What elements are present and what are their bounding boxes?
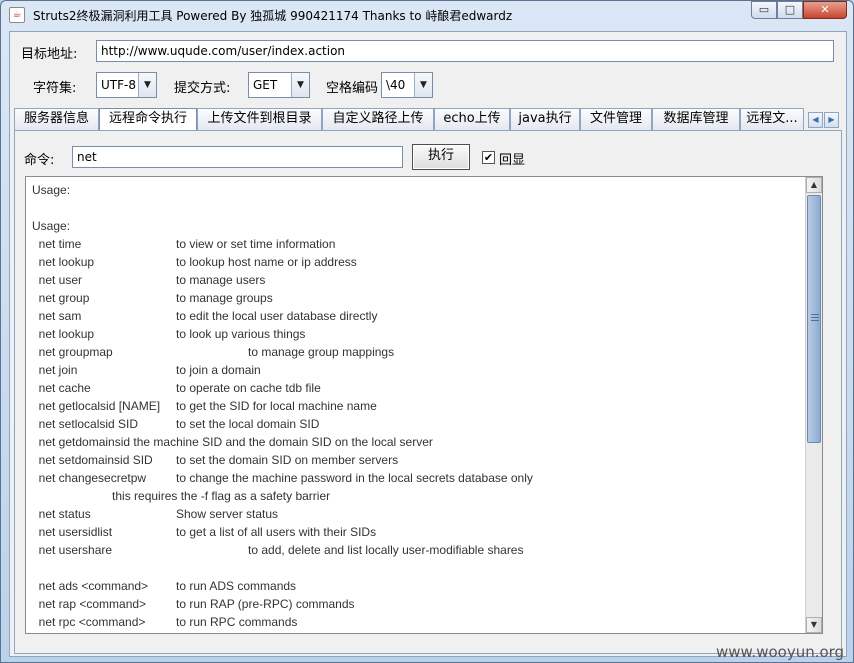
chevron-down-icon[interactable]: ▼ [138, 73, 156, 97]
target-url-label: 目标地址: [21, 47, 78, 62]
output-command-text: net getlocalsid [NAME] [32, 399, 161, 413]
output-description-text: to manage users [176, 273, 266, 287]
charset-label: 字符集: [33, 81, 77, 96]
output-description-text: to join a domain [176, 363, 261, 377]
client-area: 目标地址: http://www.uqude.com/user/index.ac… [9, 31, 847, 657]
output-command-text: net lookup [32, 327, 95, 341]
output-command-text: net setlocalsid SID [32, 417, 139, 431]
tab-echo-upload[interactable]: echo上传 [434, 108, 510, 130]
close-button[interactable]: ✕ [803, 1, 847, 19]
method-select[interactable]: GET ▼ [248, 72, 310, 98]
output-description-text: Show server status [176, 507, 279, 521]
window-title: Struts2终极漏洞利用工具 Powered By 独孤城 990421174… [33, 9, 513, 23]
grip-icon [811, 314, 819, 321]
space-encoding-value: \40 [386, 78, 406, 92]
scroll-down-button[interactable]: ▼ [806, 617, 822, 633]
output-command-text: net groupmap [32, 345, 113, 359]
tab-server-info[interactable]: 服务器信息 [14, 108, 99, 130]
chevron-down-icon[interactable]: ▼ [291, 73, 309, 97]
output-command-text: Usage: [32, 183, 71, 197]
title-bar[interactable]: ☕ Struts2终极漏洞利用工具 Powered By 独孤城 9904211… [1, 1, 853, 29]
command-label: 命令: [24, 153, 55, 168]
output-command-text: net usersidlist [32, 525, 113, 539]
command-input[interactable]: net [72, 146, 403, 168]
echo-checkbox[interactable]: ✔ [482, 151, 495, 164]
scroll-thumb[interactable] [807, 195, 821, 443]
output-command-text: Usage: [32, 219, 71, 233]
tab-scroll-left-button[interactable]: ◀ [808, 112, 823, 128]
output-description-text: to run ADS commands [176, 579, 297, 593]
window-controls: ▭ □ ✕ [751, 1, 847, 21]
tab-database-manager[interactable]: 数据库管理 [652, 108, 740, 130]
output-description-text: to manage groups [176, 291, 273, 305]
output-command-text: net time [32, 237, 82, 251]
tab-upload-root[interactable]: 上传文件到根目录 [197, 108, 322, 130]
minimize-button[interactable]: ▭ [751, 1, 777, 19]
output-command-text: this requires the -f flag as a safety ba… [32, 489, 331, 503]
output-command-text: net lookup [32, 255, 95, 269]
output-description-text: to view or set time information [176, 237, 336, 251]
tab-bar: 服务器信息 远程命令执行 上传文件到根目录 自定义路径上传 echo上传 jav… [14, 108, 844, 131]
echo-label: 回显 [499, 153, 526, 168]
execute-button[interactable]: 执行 [412, 144, 470, 170]
maximize-button[interactable]: □ [777, 1, 803, 19]
output-command-text: net rap <command> [32, 597, 147, 611]
output-command-text: net usershare [32, 543, 113, 557]
output-command-text: net rpc <command> [32, 615, 146, 629]
tab-remote-file[interactable]: 远程文... [740, 108, 804, 130]
charset-select[interactable]: UTF-8 ▼ [96, 72, 157, 98]
method-label: 提交方式: [174, 81, 231, 96]
tab-scroll-right-button[interactable]: ▶ [824, 112, 839, 128]
output-command-text: net changesecretpw [32, 471, 147, 485]
output-command-text: net join [32, 363, 78, 377]
output-command-text: net user [32, 273, 83, 287]
output-description-text: to set the domain SID on member servers [176, 453, 399, 467]
watermark-text: www.wooyun.org [716, 643, 845, 661]
output-description-text: to run RPC commands [176, 615, 298, 629]
output-command-text: net setdomainsid SID [32, 453, 153, 467]
output-command-text: net getdomainsid the machine SID and the… [32, 435, 433, 449]
tab-file-manager[interactable]: 文件管理 [580, 108, 652, 130]
output-vertical-scrollbar[interactable]: ▲ ▼ [805, 177, 822, 633]
output-command-text: net status [32, 507, 91, 521]
output-command-text: net cache [32, 381, 91, 395]
method-value: GET [253, 78, 278, 92]
output-command-text: net ads <command> [32, 579, 149, 593]
tab-remote-command[interactable]: 远程命令执行 [99, 108, 197, 131]
output-description-text: to lookup host name or ip address [176, 255, 357, 269]
output-description-text: to change the machine password in the lo… [176, 471, 533, 485]
charset-value: UTF-8 [101, 78, 136, 92]
output-description-text: to run RAP (pre-RPC) commands [176, 597, 355, 611]
output-description-text: to get the SID for local machine name [176, 399, 377, 413]
command-output-area[interactable]: Usage: Usage: net time to view or set time… [25, 176, 823, 634]
space-encoding-select[interactable]: \40 ▼ [381, 72, 433, 98]
target-url-input[interactable]: http://www.uqude.com/user/index.action [96, 40, 834, 62]
tab-custom-path-upload[interactable]: 自定义路径上传 [322, 108, 434, 130]
scroll-up-button[interactable]: ▲ [806, 177, 822, 193]
output-description-text: to get a list of all users with their SI… [176, 525, 377, 539]
app-window: ☕ Struts2终极漏洞利用工具 Powered By 独孤城 9904211… [0, 0, 854, 663]
chevron-down-icon[interactable]: ▼ [414, 73, 432, 97]
output-description-text: to edit the local user database directly [176, 309, 378, 323]
java-coffee-icon: ☕ [9, 7, 25, 23]
space-encoding-label: 空格编码 [326, 81, 379, 96]
output-description-text: to operate on cache tdb file [176, 381, 321, 395]
output-description-text: to manage group mappings [248, 345, 395, 359]
output-command-text: net group [32, 291, 90, 305]
output-description-text: to add, delete and list locally user-mod… [248, 543, 524, 557]
output-description-text: to set the local domain SID [176, 417, 320, 431]
output-command-text: net sam [32, 309, 82, 323]
remote-command-panel: 命令: net 执行 ✔ 回显 Usage: Usage: net time to … [14, 130, 842, 654]
output-description-text: to look up various things [176, 327, 306, 341]
tab-java-exec[interactable]: java执行 [510, 108, 580, 130]
